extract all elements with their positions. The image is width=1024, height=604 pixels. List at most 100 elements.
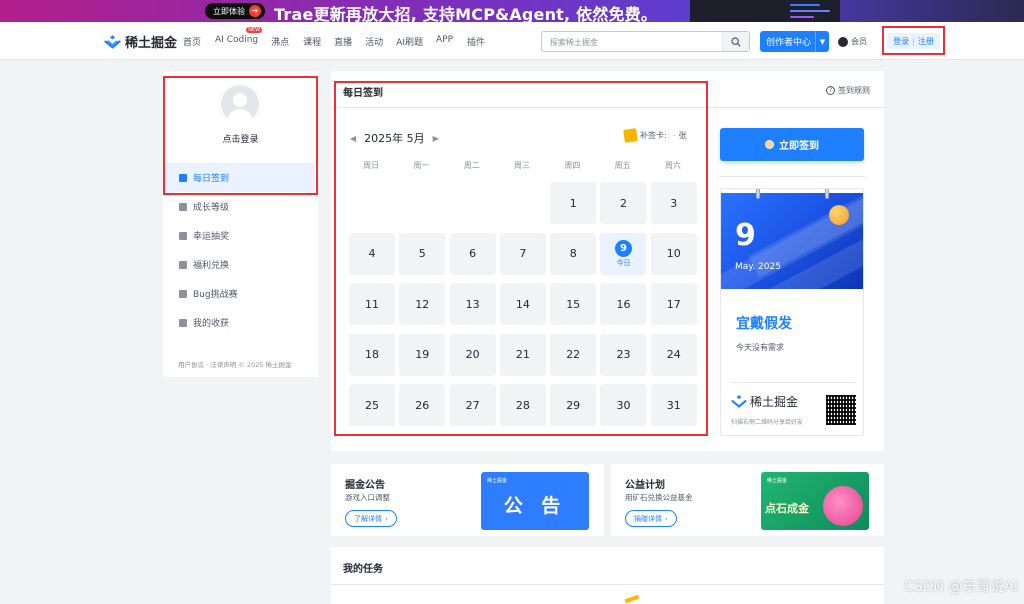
vip-link[interactable]: 会员: [838, 36, 867, 47]
logo-text: 稀土掘金: [125, 36, 178, 51]
question-icon: ?: [826, 86, 835, 95]
watermark: CSDN @东哥说AI: [903, 579, 1018, 595]
announcement-promo-image[interactable]: 稀土掘金 公 告: [481, 472, 589, 530]
mascot-decoration: [823, 486, 863, 526]
qr-code: [826, 395, 856, 425]
login-link[interactable]: 登录: [893, 36, 909, 47]
divider: [731, 382, 855, 383]
binder-pin-icon: [756, 189, 760, 199]
daily-card-banner: 9 May. 2025: [721, 193, 863, 289]
sidebar-item-bug-challenge[interactable]: Bug挑战赛: [165, 279, 315, 308]
divider: [719, 176, 865, 177]
new-badge: NEW: [246, 27, 263, 33]
checkin-button-label: 立即签到: [779, 141, 819, 152]
sidebar-item-label: 福利兑换: [193, 261, 230, 271]
sidebar-footer[interactable]: 用户协议 · 法律声明 © 2025 稀土掘金: [178, 359, 291, 369]
card-desc: 游戏入口调整: [345, 493, 390, 502]
promo-banner[interactable]: 立即体验 ➜ Trae更新再放大招, 支持MCP&Agent, 依然免费。: [0, 0, 1024, 24]
daily-card-brand: 稀土掘金: [731, 393, 798, 410]
vip-label: 会员: [851, 37, 867, 46]
charity-promo-image[interactable]: 稀土掘金 点石成金: [761, 472, 869, 530]
card-desc: 用矿石兑换公益基金: [625, 493, 693, 502]
coins-icon: [179, 260, 187, 269]
site-logo[interactable]: 稀土掘金: [104, 32, 177, 51]
chevron-right-icon: ›: [385, 514, 388, 523]
card-title: 掘金公告: [345, 480, 385, 491]
button-label: 了解详情: [354, 514, 382, 523]
chevron-right-icon: ›: [665, 514, 668, 523]
nav-item-events[interactable]: 活动: [365, 35, 383, 48]
learn-more-button[interactable]: 了解详情 ›: [345, 510, 397, 527]
nav-item-pins[interactable]: 沸点: [271, 35, 289, 48]
gift-icon: [179, 231, 187, 240]
checkin-rules-link[interactable]: ? 签到规则: [826, 85, 870, 96]
bar-chart-icon: [179, 202, 187, 211]
calendar-highlight-box: [334, 81, 708, 436]
nav-item-ai-practice[interactable]: AI刷题: [396, 35, 423, 48]
divider: [331, 584, 884, 585]
nav-item-live[interactable]: 直播: [334, 35, 352, 48]
binder-pin-icon: [825, 189, 829, 199]
ball-decoration: [829, 205, 849, 225]
juejin-logo-icon: [104, 34, 121, 49]
sidebar-highlight-box: [163, 76, 318, 195]
sidebar-item-growth-level[interactable]: 成长等级: [165, 192, 315, 221]
login-separator: |: [912, 36, 915, 46]
sidebar-item-label: 成长等级: [193, 203, 230, 213]
nav-item-label: AI Coding: [215, 35, 259, 45]
nav-item-ai-coding[interactable]: AI Coding NEW: [215, 27, 263, 48]
chevron-down-icon[interactable]: ▼: [815, 31, 829, 52]
register-link[interactable]: 注册: [918, 36, 934, 47]
card-title: 公益计划: [625, 480, 665, 491]
search-input[interactable]: 探索稀土掘金: [550, 37, 598, 48]
banner-product-screenshot: [690, 0, 840, 22]
creator-center-label: 创作者中心: [766, 38, 812, 48]
daily-card-note: 今天没有需求: [736, 343, 784, 352]
brand-text: 稀土掘金: [750, 395, 799, 409]
sidebar-item-label: 幸运抽奖: [193, 232, 230, 242]
nav-item-app[interactable]: APP: [436, 35, 453, 48]
vip-icon: [838, 36, 848, 47]
login-highlight-box: 登录 | 注册: [882, 26, 945, 55]
rules-label: 签到规则: [838, 86, 870, 95]
section-title: 我的任务: [343, 564, 383, 575]
login-register-button[interactable]: 登录 | 注册: [887, 33, 940, 49]
nav-item-courses[interactable]: 课程: [303, 35, 321, 48]
main-nav: 首页 AI Coding NEW 沸点 课程 直播 活动 AI刷题 APP 插件: [183, 27, 485, 48]
sidebar-item-label: 我的收获: [193, 319, 230, 329]
arrow-right-icon: ➜: [249, 5, 261, 17]
search-button[interactable]: [722, 32, 749, 51]
checkin-button[interactable]: 立即签到: [720, 128, 864, 161]
banner-cta-button[interactable]: 立即体验 ➜: [205, 3, 265, 19]
top-navbar: 稀土掘金 首页 AI Coding NEW 沸点 课程 直播 活动 AI刷题 A…: [0, 22, 1024, 60]
promo-brand: 稀土掘金: [487, 478, 508, 484]
donate-details-button[interactable]: 捐赠详情 ›: [625, 510, 677, 527]
promo-text: 公 告: [503, 495, 567, 517]
sidebar-item-label: Bug挑战赛: [193, 290, 238, 300]
juejin-logo-icon: [731, 395, 747, 408]
decoration: [624, 594, 640, 604]
banner-cta-label: 立即体验: [213, 6, 245, 16]
search-icon: [731, 36, 741, 47]
scan-hint: 扫描右侧二维码分享给好友: [731, 419, 804, 426]
bag-icon: [179, 318, 187, 327]
search-box[interactable]: 探索稀土掘金: [541, 31, 750, 52]
daily-card: 9 May. 2025 宜戴假发 今天没有需求 稀土掘金 扫描右侧二维码分享给好…: [720, 188, 864, 436]
nav-item-home[interactable]: 首页: [183, 35, 201, 48]
bug-icon: [179, 289, 187, 298]
daily-card-day: 9: [735, 218, 756, 253]
ore-icon: [765, 140, 774, 149]
charity-card: 公益计划 用矿石兑换公益基金 捐赠详情 › 稀土掘金 点石成金: [611, 464, 884, 536]
sidebar-item-lucky-draw[interactable]: 幸运抽奖: [165, 221, 315, 250]
daily-card-month: May. 2025: [735, 262, 781, 272]
sidebar-item-my-gains[interactable]: 我的收获: [165, 308, 315, 337]
nav-item-plugins[interactable]: 插件: [467, 35, 485, 48]
promo-text: 点石成金: [765, 502, 809, 515]
daily-card-yi: 宜戴假发: [736, 316, 792, 332]
my-tasks-section: 我的任务: [331, 547, 884, 604]
promo-brand: 稀土掘金: [767, 478, 788, 484]
button-label: 捐赠详情: [634, 514, 662, 523]
announcement-card: 掘金公告 游戏入口调整 了解详情 › 稀土掘金 公 告: [331, 464, 604, 536]
creator-center-button[interactable]: 创作者中心 ▼: [760, 31, 829, 52]
sidebar-item-rewards-exchange[interactable]: 福利兑换: [165, 250, 315, 279]
